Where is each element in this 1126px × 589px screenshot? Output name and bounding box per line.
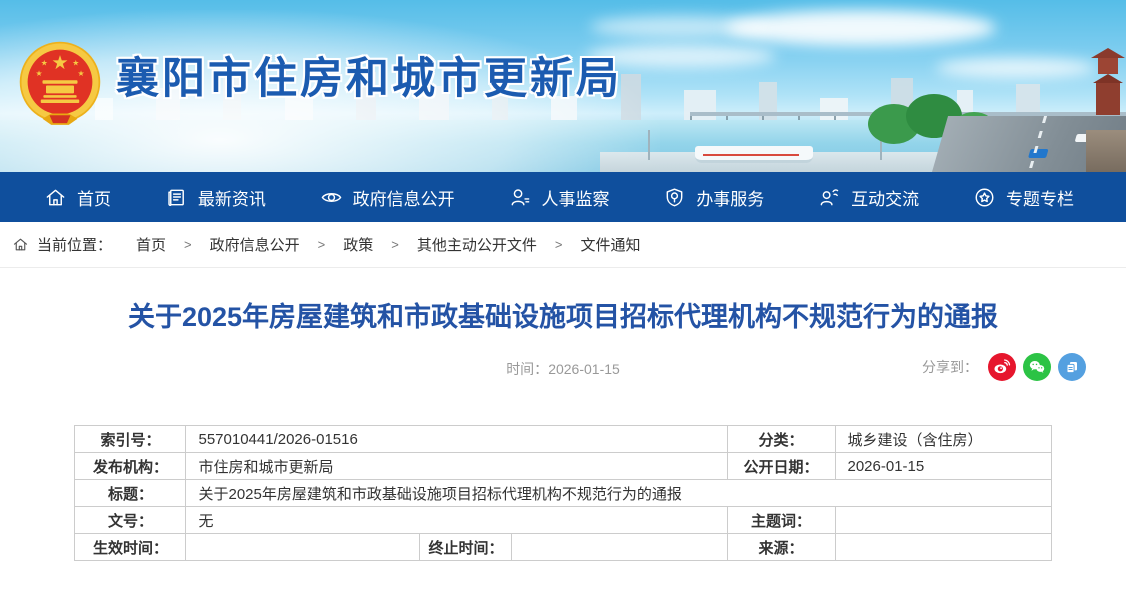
- wechat-icon: [1027, 357, 1047, 377]
- breadcrumb: 当前位置： 首页 > 政府信息公开 > 政策 > 其他主动公开文件 > 文件通知: [0, 222, 1126, 268]
- source-value: [835, 534, 1051, 561]
- main-nav: 首页 最新资讯 政府信息公开 人事监察 办事服务 互动交流 专题专栏: [0, 172, 1126, 222]
- category-value: 城乡建设（含住房）: [835, 426, 1051, 453]
- weibo-share-button[interactable]: [988, 353, 1016, 381]
- effective-date-label: 生效时间：: [75, 534, 186, 561]
- time-label: 时间：: [506, 361, 548, 377]
- svg-text:★: ★: [72, 58, 79, 67]
- wechat-share-button[interactable]: [1023, 353, 1051, 381]
- breadcrumb-link-policy[interactable]: 政策: [343, 234, 373, 255]
- keywords-value: [835, 507, 1051, 534]
- badge-icon: [663, 186, 686, 209]
- share-bar: 分享到：: [922, 353, 1086, 381]
- table-row: 发布机构： 市住房和城市更新局 公开日期： 2026-01-15: [75, 453, 1051, 480]
- index-number-value: 557010441/2026-01516: [186, 426, 727, 453]
- table-row: 标题： 关于2025年房屋建筑和市政基础设施项目招标代理机构不规范行为的通报: [75, 480, 1051, 507]
- table-row: 文号： 无 主题词：: [75, 507, 1051, 534]
- star-circle-icon: [973, 186, 996, 209]
- share-label: 分享到：: [922, 357, 978, 377]
- nav-item-interaction[interactable]: 互动交流: [818, 185, 919, 210]
- end-date-value: [512, 534, 727, 561]
- article-meta: 时间：2026-01-15 分享到：: [0, 351, 1126, 383]
- open-date-value: 2026-01-15: [835, 453, 1051, 480]
- breadcrumb-link-gov-info[interactable]: 政府信息公开: [210, 234, 300, 255]
- index-number-label: 索引号：: [75, 426, 186, 453]
- news-icon: [165, 186, 188, 209]
- breadcrumb-label: 当前位置：: [37, 234, 112, 255]
- weibo-icon: [992, 357, 1012, 377]
- doc-title-value: 关于2025年房屋建筑和市政基础设施项目招标代理机构不规范行为的通报: [186, 480, 1051, 507]
- nav-item-label: 人事监察: [541, 185, 609, 210]
- table-row: 生效时间： 终止时间： 来源：: [75, 534, 1051, 561]
- nav-item-gov-info[interactable]: 政府信息公开: [320, 185, 455, 210]
- svg-text:★: ★: [51, 53, 68, 74]
- doc-title-label: 标题：: [75, 480, 186, 507]
- copy-icon: [1062, 357, 1082, 377]
- open-date-label: 公开日期：: [727, 453, 835, 480]
- ferry-boat: [695, 146, 813, 163]
- pagoda-tower: [1090, 48, 1126, 124]
- nav-item-label: 专题专栏: [1006, 185, 1074, 210]
- end-date-label: 终止时间：: [420, 534, 512, 561]
- source-label: 来源：: [727, 534, 835, 561]
- nav-item-home[interactable]: 首页: [44, 185, 111, 210]
- car: [1028, 149, 1049, 158]
- nav-item-label: 互动交流: [851, 185, 919, 210]
- breadcrumb-home-icon: [12, 236, 29, 253]
- nav-item-label: 首页: [77, 185, 111, 210]
- effective-date-value: [186, 534, 420, 561]
- issuing-agency-label: 发布机构：: [75, 453, 186, 480]
- banner-cityscape-image: ★ ★ ★ ★ ★ 襄阳市住房和城市更新局: [0, 0, 1126, 172]
- eye-icon: [320, 186, 343, 209]
- home-icon: [44, 186, 67, 209]
- copy-link-share-button[interactable]: [1058, 353, 1086, 381]
- svg-text:★: ★: [35, 69, 42, 78]
- breadcrumb-link-document-notice[interactable]: 文件通知: [580, 234, 640, 255]
- svg-text:★: ★: [41, 58, 48, 67]
- nav-item-label: 办事服务: [696, 185, 764, 210]
- svg-text:★: ★: [77, 69, 84, 78]
- nav-item-label: 最新资讯: [198, 185, 266, 210]
- doc-number-label: 文号：: [75, 507, 186, 534]
- interaction-icon: [818, 186, 841, 209]
- breadcrumb-separator: >: [318, 237, 326, 252]
- doc-number-value: 无: [186, 507, 727, 534]
- breadcrumb-separator: >: [391, 237, 399, 252]
- table-row: 索引号： 557010441/2026-01516 分类： 城乡建设（含住房）: [75, 426, 1051, 453]
- nav-item-news[interactable]: 最新资讯: [165, 185, 266, 210]
- breadcrumb-separator: >: [184, 237, 192, 252]
- street-lamp: [648, 130, 650, 160]
- keywords-label: 主题词：: [727, 507, 835, 534]
- nav-item-special-topics[interactable]: 专题专栏: [973, 185, 1074, 210]
- breadcrumb-link-home[interactable]: 首页: [136, 234, 166, 255]
- time-value: 2026-01-15: [548, 361, 620, 377]
- nav-item-services[interactable]: 办事服务: [663, 185, 764, 210]
- issuing-agency-value: 市住房和城市更新局: [186, 453, 727, 480]
- person-icon: [508, 186, 531, 209]
- site-title: 襄阳市住房和城市更新局: [116, 44, 622, 106]
- breadcrumb-link-other-public-docs[interactable]: 其他主动公开文件: [417, 234, 537, 255]
- city-wall: [1086, 130, 1126, 172]
- national-emblem-icon: ★ ★ ★ ★ ★: [16, 40, 104, 143]
- nav-item-label: 政府信息公开: [353, 185, 455, 210]
- category-label: 分类：: [727, 426, 835, 453]
- breadcrumb-separator: >: [555, 237, 563, 252]
- nav-item-personnel[interactable]: 人事监察: [508, 185, 609, 210]
- document-info-table: 索引号： 557010441/2026-01516 分类： 城乡建设（含住房） …: [74, 425, 1051, 561]
- page-title: 关于2025年房屋建筑和市政基础设施项目招标代理机构不规范行为的通报: [50, 300, 1076, 335]
